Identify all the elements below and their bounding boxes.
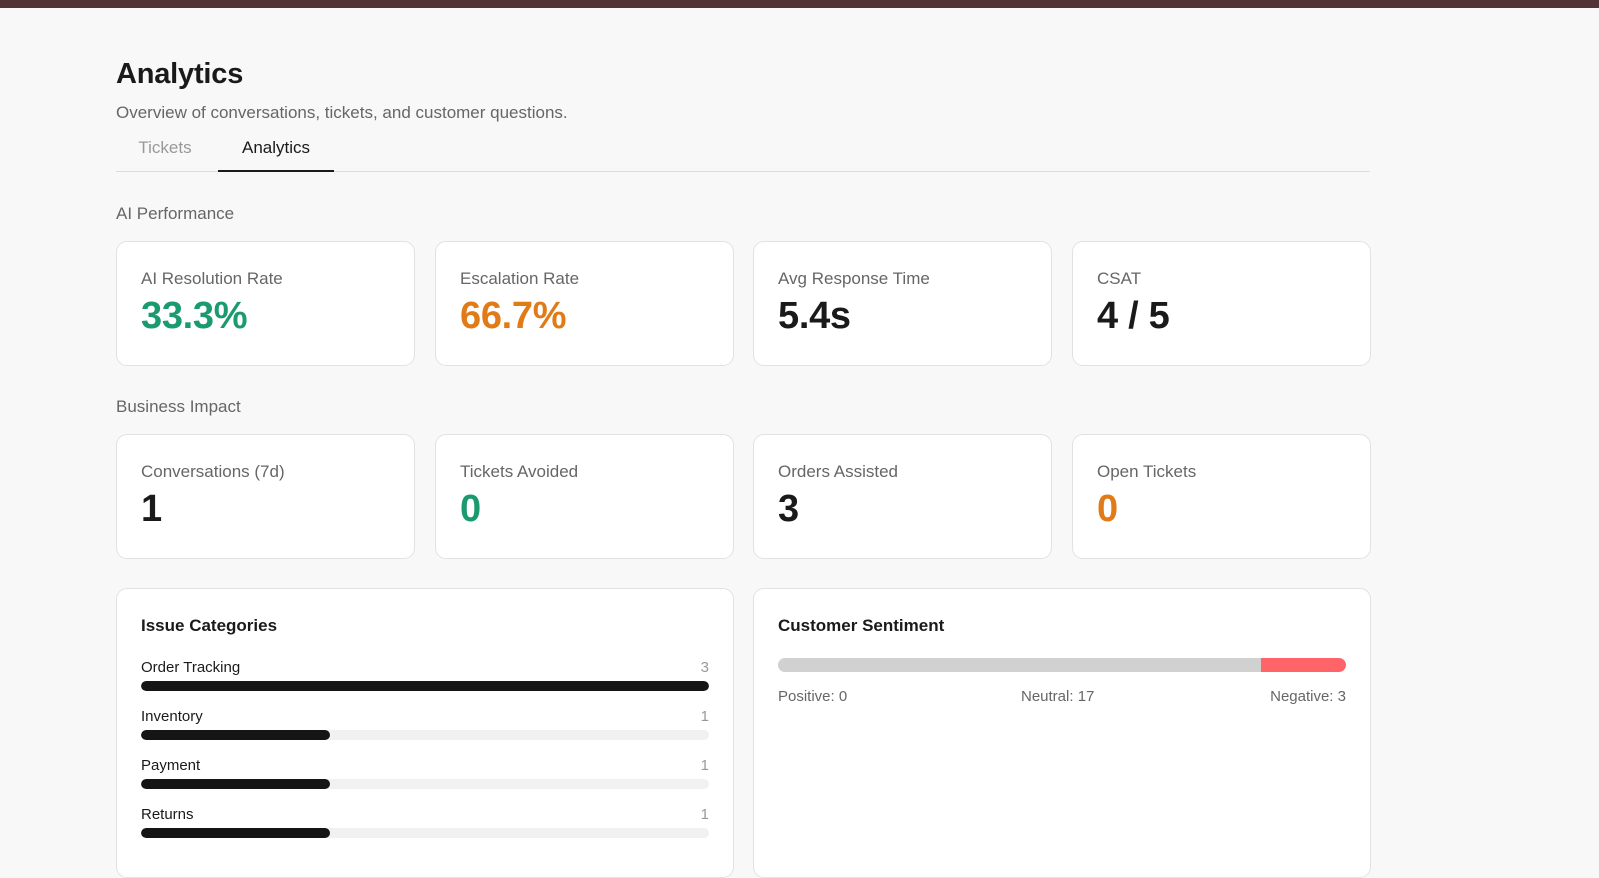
panel-title: Issue Categories	[141, 616, 278, 635]
metric-value: 5.4s	[778, 295, 851, 337]
sentiment-bar	[778, 658, 1346, 672]
category-bar-track	[141, 779, 709, 789]
metric-card-avg-response-time: Avg Response Time 5.4s	[753, 241, 1052, 366]
sentiment-neutral-label: Neutral: 17	[1021, 688, 1095, 705]
category-row: Order Tracking 3	[141, 659, 709, 699]
metric-label: Avg Response Time	[778, 269, 930, 288]
metric-label: Escalation Rate	[460, 269, 580, 288]
metric-value: 0	[460, 488, 481, 530]
section-title-business-impact: Business Impact	[116, 397, 241, 416]
metric-label: CSAT	[1097, 269, 1142, 288]
sentiment-negative-label: Negative: 3	[1270, 688, 1346, 705]
category-row: Inventory 1	[141, 708, 709, 748]
panel-title: Customer Sentiment	[778, 616, 945, 635]
category-name: Returns	[141, 806, 194, 823]
tab-bar: Tickets Analytics	[116, 130, 1370, 172]
metric-value: 33.3%	[141, 295, 248, 337]
page-title: Analytics	[116, 58, 244, 90]
category-name: Inventory	[141, 708, 203, 725]
top-bar	[0, 0, 1599, 8]
metric-card-conversations: Conversations (7d) 1	[116, 434, 415, 559]
section-title-ai-performance: AI Performance	[116, 204, 235, 223]
metric-label: Tickets Avoided	[460, 462, 579, 481]
category-name: Payment	[141, 757, 201, 774]
category-name: Order Tracking	[141, 659, 241, 676]
tab-analytics[interactable]: Analytics	[218, 130, 334, 172]
issue-categories-panel: Issue Categories Order Tracking 3 Invent…	[116, 588, 734, 878]
category-count: 3	[700, 659, 709, 676]
metric-card-escalation-rate: Escalation Rate 66.7%	[435, 241, 734, 366]
metric-value: 3	[778, 488, 799, 530]
category-bar-fill	[141, 681, 709, 691]
metric-value: 66.7%	[460, 295, 567, 337]
category-row: Payment 1	[141, 757, 709, 797]
metric-card-open-tickets: Open Tickets 0	[1072, 434, 1371, 559]
customer-sentiment-panel: Customer Sentiment Positive: 0 Neutral: …	[753, 588, 1371, 878]
metric-value: 0	[1097, 488, 1118, 530]
metric-label: AI Resolution Rate	[141, 269, 283, 288]
tab-tickets[interactable]: Tickets	[116, 130, 214, 172]
metric-value: 1	[141, 488, 162, 530]
metric-label: Conversations (7d)	[141, 462, 285, 481]
metric-card-ai-resolution-rate: AI Resolution Rate 33.3%	[116, 241, 415, 366]
metric-label: Orders Assisted	[778, 462, 898, 481]
category-bar-track	[141, 828, 709, 838]
metric-card-csat: CSAT 4 / 5	[1072, 241, 1371, 366]
category-count: 1	[700, 806, 709, 823]
category-count: 1	[700, 708, 709, 725]
metric-value: 4 / 5	[1097, 295, 1170, 337]
category-row: Returns 1	[141, 806, 709, 846]
page-subtitle: Overview of conversations, tickets, and …	[116, 103, 568, 122]
sentiment-positive-label: Positive: 0	[778, 688, 848, 705]
category-bar-fill	[141, 828, 331, 838]
category-bar-track	[141, 730, 709, 740]
category-bar-fill	[141, 730, 331, 740]
metric-card-orders-assisted: Orders Assisted 3	[753, 434, 1052, 559]
category-bar-track	[141, 681, 709, 691]
category-count: 1	[700, 757, 709, 774]
metric-card-tickets-avoided: Tickets Avoided 0	[435, 434, 734, 559]
category-bar-fill	[141, 779, 331, 789]
metric-label: Open Tickets	[1097, 462, 1197, 481]
sentiment-negative-segment	[1260, 658, 1346, 672]
